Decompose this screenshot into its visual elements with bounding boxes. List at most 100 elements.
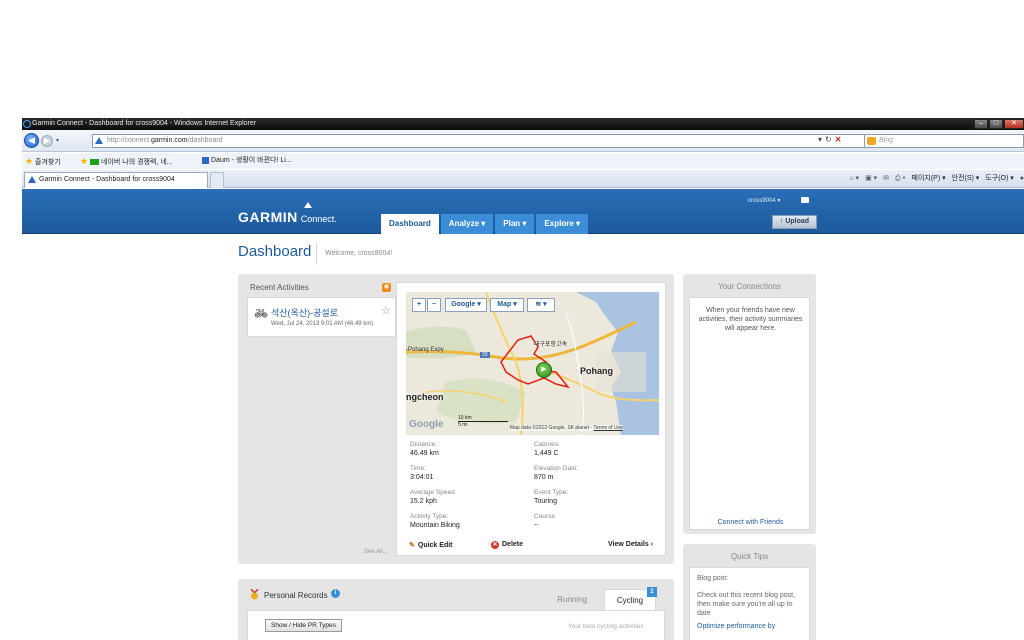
window-title: Garmin Connect - Dashboard for cross9004…: [32, 120, 257, 127]
stat-label: Event Type:: [534, 489, 569, 496]
map-graphic: [406, 292, 659, 435]
add-favorite-icon: ★: [80, 156, 89, 166]
map-provider-select[interactable]: Google ▾: [445, 298, 487, 312]
minimize-button[interactable]: –: [974, 119, 988, 129]
stat-value: 1,449 C: [534, 450, 559, 457]
delete-label: Delete: [502, 541, 524, 548]
messages-icon[interactable]: [801, 197, 809, 203]
upload-button[interactable]: ↑ Upload: [772, 215, 817, 229]
rss-icon[interactable]: ◉: [382, 283, 391, 292]
delete-icon: ✕: [491, 541, 499, 549]
browser-tab-active[interactable]: Garmin Connect - Dashboard for cross9004: [24, 172, 208, 188]
mail-icon[interactable]: ✉: [883, 173, 889, 185]
print-icon[interactable]: ⎙ ▾: [895, 173, 906, 185]
address-actions: ▾ ↻ ✕: [818, 135, 841, 144]
favorite-naver[interactable]: ★ 네이버 나의 경쟁력, 네...: [80, 153, 173, 171]
start-pin-icon[interactable]: ▶: [536, 362, 552, 378]
nav-dashboard[interactable]: Dashboard: [381, 214, 439, 234]
quick-tips-panel: Quick Tips Blog post: Check out this rec…: [683, 544, 816, 640]
connect-friends-link[interactable]: Connect with Friends: [690, 519, 811, 526]
address-dropdown-icon[interactable]: ▾: [818, 135, 822, 144]
personal-records-body: Show / Hide PR Types Your best cycling a…: [247, 610, 665, 640]
help-icon[interactable]: ●: [1020, 173, 1024, 185]
forward-button[interactable]: ▶: [41, 135, 53, 147]
refresh-icon[interactable]: ↻: [825, 135, 832, 144]
favorite-star-icon[interactable]: ☆: [381, 304, 391, 317]
view-details-link[interactable]: View Details ›: [608, 541, 653, 548]
medal-icon: [250, 589, 259, 600]
stat-value: Mountain Biking: [410, 522, 460, 529]
tab-title: Garmin Connect - Dashboard for cross9004: [39, 176, 175, 183]
tab-site-icon: [28, 176, 36, 183]
tab-running[interactable]: Running: [546, 589, 598, 611]
logo-triangle-icon: [304, 202, 312, 208]
safety-menu[interactable]: 안전(S) ▾: [952, 173, 980, 185]
address-input[interactable]: http://connect.garmin.com/dashboard: [92, 134, 882, 148]
nav-explore[interactable]: Explore ▾: [536, 214, 589, 234]
url-domain: garmin.com: [150, 137, 188, 144]
show-hide-pr-types-button[interactable]: Show / Hide PR Types: [265, 619, 342, 632]
scale-km: 10 km: [458, 415, 508, 422]
activity-name[interactable]: 석산(옥산)-공설로: [271, 306, 338, 319]
recent-activities-panel: Recent Activities ◉ 🚲︎ 석산(옥산)-공설로 ☆ Wed,…: [238, 274, 674, 564]
window-controls: – □ ✕: [973, 118, 1024, 130]
new-tab-button[interactable]: [210, 172, 224, 188]
zoom-out-button[interactable]: −: [427, 298, 441, 312]
favorite-daum[interactable]: Daum - 생활이 바뀐다! Li...: [202, 153, 292, 169]
connections-panel: Your Connections When your friends have …: [683, 274, 816, 534]
delete-button[interactable]: ✕ Delete: [491, 541, 523, 549]
tools-menu[interactable]: 도구(O) ▾: [985, 173, 1013, 185]
quick-edit-button[interactable]: ✎ Quick Edit: [409, 541, 453, 549]
stat-label: Course:: [534, 513, 557, 520]
map-attribution: Map data ©2013 Google, SK planet - Terms…: [510, 425, 623, 431]
search-input[interactable]: Bing: [864, 134, 1024, 148]
favorite-naver-label: 네이버 나의 경쟁력, 네...: [101, 159, 173, 166]
see-all-link[interactable]: See All...: [364, 549, 388, 555]
stat-value: 46.49 km: [410, 450, 439, 457]
close-window-button[interactable]: ✕: [1004, 119, 1024, 129]
highway-shield: 20: [480, 352, 490, 358]
info-icon[interactable]: i: [331, 589, 340, 598]
map-type-select[interactable]: Map ▾: [490, 298, 524, 312]
stat-label: Average Speed: [410, 489, 455, 496]
page-menu[interactable]: 페이지(P) ▾: [912, 173, 946, 185]
back-button[interactable]: ◀: [24, 133, 39, 148]
recent-activities-heading: Recent Activities: [250, 283, 309, 292]
activity-actions: ✎ Quick Edit ✕ Delete View Details ›: [397, 537, 665, 555]
terms-of-use-link[interactable]: Terms of Use: [593, 425, 622, 431]
browser-tabs: Garmin Connect - Dashboard for cross9004…: [22, 170, 1024, 188]
logo-text: GARMIN: [238, 209, 298, 225]
stat-label: Distance:: [410, 441, 438, 448]
zoom-in-button[interactable]: +: [412, 298, 426, 312]
logo-subtext: Connect.: [300, 214, 337, 224]
naver-icon: [90, 159, 100, 166]
user-menu[interactable]: cross9004 ▾: [748, 197, 780, 204]
garmin-logo[interactable]: GARMIN Connect.: [238, 202, 337, 225]
history-dropdown-icon[interactable]: ▾: [56, 137, 59, 144]
cycling-count-badge: 2: [647, 587, 657, 597]
nav-analyze[interactable]: Analyze ▾: [440, 214, 494, 234]
activity-list-item[interactable]: 🚲︎ 석산(옥산)-공설로 ☆ Wed, Jul 24, 2013 9:01 A…: [247, 297, 396, 337]
feeds-icon[interactable]: ▣ ▾: [865, 173, 877, 185]
search-placeholder: Bing: [879, 137, 894, 144]
connections-message: When your friends have new activities, t…: [698, 307, 803, 332]
stat-value: Touring: [534, 498, 557, 505]
title-divider: [316, 243, 317, 265]
activity-map[interactable]: + − Google ▾ Map ▾ ≋ ▾ Pohang ngcheon -P…: [406, 292, 659, 435]
bike-icon: 🚲︎: [254, 308, 268, 320]
home-icon[interactable]: ⌂ ▾: [849, 173, 859, 185]
tip-link[interactable]: Optimize performance by: [697, 622, 802, 631]
stat-value: 870 m: [534, 474, 554, 481]
favorites-button[interactable]: ★ 즐겨찾기: [25, 153, 61, 171]
stat-label: Activity Type:: [410, 513, 449, 520]
stat-label: Elevation Gain:: [534, 465, 579, 472]
stop-icon[interactable]: ✕: [835, 135, 842, 144]
map-layers-select[interactable]: ≋ ▾: [527, 298, 555, 312]
favorite-daum-label: Daum - 생활이 바뀐다! Li...: [211, 157, 292, 164]
activity-detail-card: + − Google ▾ Map ▾ ≋ ▾ Pohang ngcheon -P…: [396, 282, 666, 556]
favorites-bar: ★ 즐겨찾기 ★ 네이버 나의 경쟁력, 네... Daum - 생활이 바뀐다…: [22, 153, 1024, 169]
nav-plan[interactable]: Plan ▾: [495, 214, 535, 234]
maximize-button[interactable]: □: [989, 119, 1003, 129]
map-scale: 10 km 5 mi: [458, 415, 508, 428]
tip-text: Check out this recent blog post, then ma…: [697, 592, 796, 617]
